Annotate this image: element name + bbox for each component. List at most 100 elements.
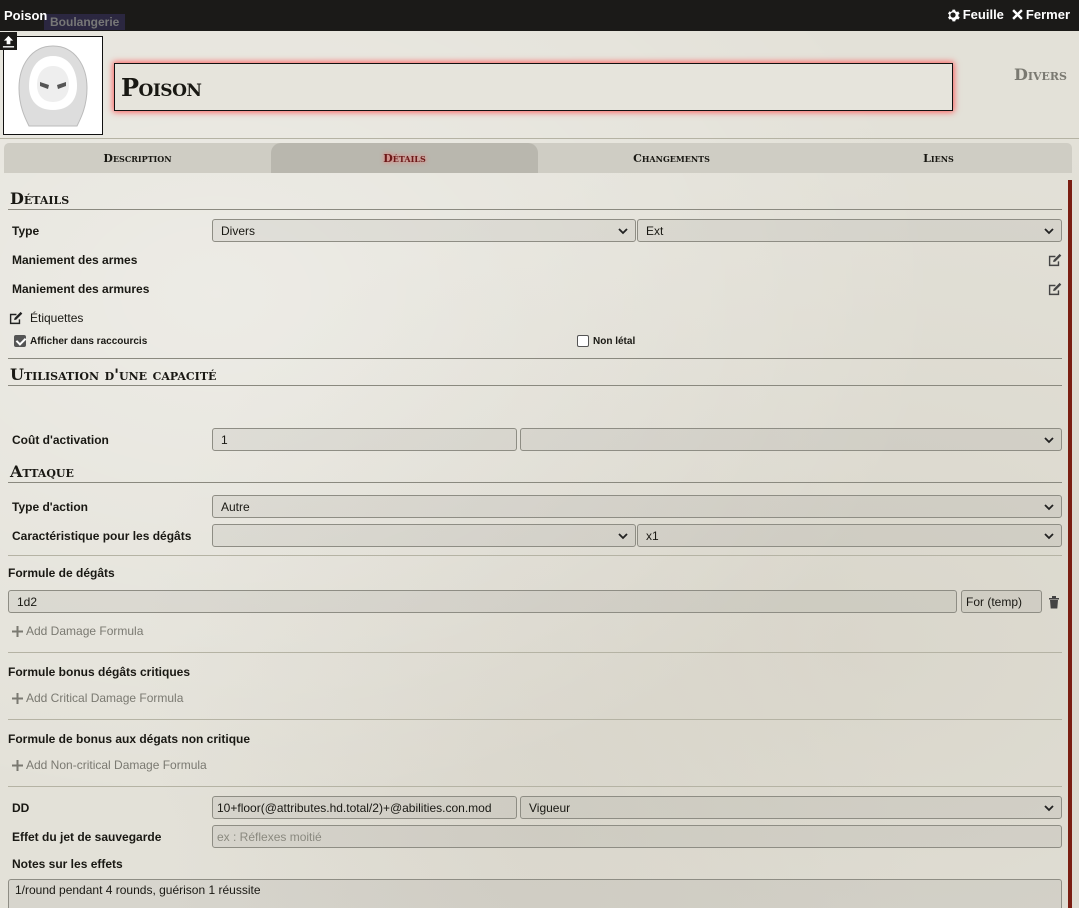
add-noncrit-row: Add Non-critical Damage Formula	[8, 754, 1062, 776]
trash-icon[interactable]	[1048, 595, 1060, 609]
action-type-row: Type d'action Autre	[8, 495, 1062, 519]
dc-row: DD 10+floor(@attributes.hd.total/2)+@abi…	[8, 796, 1062, 820]
item-name-input[interactable]: Poison	[114, 63, 953, 111]
tab-links[interactable]: Liens	[805, 143, 1072, 173]
upload-icon[interactable]	[0, 32, 17, 50]
chevron-down-icon	[1044, 533, 1054, 540]
header-divider	[0, 138, 1079, 139]
window-titlebar[interactable]: Boulangerie Poison Feuille Fermer	[0, 0, 1079, 31]
divider	[8, 786, 1062, 787]
subtype-select-value: Ext	[646, 223, 664, 238]
effect-notes-label: Notes sur les effets	[12, 857, 123, 871]
plus-icon	[12, 692, 23, 704]
flags-row: Afficher dans raccourcis Non létal	[8, 331, 1062, 351]
chevron-down-icon	[1044, 805, 1054, 812]
action-type-select[interactable]: Autre	[212, 495, 1062, 518]
action-type-label: Type d'action	[12, 500, 88, 514]
tab-details[interactable]: Détails	[271, 143, 538, 173]
divider	[8, 555, 1062, 556]
damage-formula-input[interactable]: 1d2	[8, 590, 957, 613]
damage-formula-header: Formule de dégâts	[8, 564, 1062, 582]
crit-formula-header: Formule bonus dégâts critiques	[8, 663, 1062, 681]
show-in-quickbar-label: Afficher dans raccourcis	[30, 335, 148, 347]
damage-formula-label: Formule de dégâts	[8, 566, 115, 580]
dc-formula-value: 10+floor(@attributes.hd.total/2)+@abilit…	[217, 800, 492, 815]
effect-notes-value: 1/round pendant 4 rounds, guérison 1 réu…	[15, 883, 261, 897]
close-icon	[1012, 9, 1023, 20]
close-button[interactable]: Fermer	[1012, 7, 1070, 22]
edit-icon[interactable]	[1047, 282, 1062, 296]
tab-description[interactable]: Description	[4, 143, 271, 173]
activation-cost-input[interactable]: 1	[212, 428, 517, 451]
subtype-select[interactable]: Ext	[637, 219, 1062, 242]
add-crit-formula-label: Add Critical Damage Formula	[26, 691, 184, 705]
close-label: Fermer	[1025, 7, 1070, 22]
window-title: Poison	[4, 8, 48, 23]
add-damage-row: Add Damage Formula	[8, 620, 1062, 642]
chevron-down-icon	[1044, 437, 1054, 444]
weapon-prof-row: Maniement des armes	[8, 248, 1062, 272]
item-name-text: Poison	[121, 72, 202, 102]
details-content: Détails Type Divers Ext Maniement des ar…	[8, 181, 1062, 908]
divider	[8, 719, 1062, 720]
type-select[interactable]: Divers	[212, 219, 636, 242]
nonlethal-label: Non létal	[593, 335, 636, 347]
activation-cost-label: Coût d'activation	[12, 433, 109, 447]
add-crit-row: Add Critical Damage Formula	[8, 687, 1062, 709]
damage-formula-value: 1d2	[17, 594, 38, 609]
attack-section-title: Attaque	[8, 455, 1062, 483]
chevron-down-icon	[1044, 504, 1054, 511]
sheet-button[interactable]: Feuille	[946, 7, 1004, 22]
sheet-label: Feuille	[962, 7, 1004, 22]
add-damage-formula-label: Add Damage Formula	[26, 624, 144, 638]
nonlethal-checkbox[interactable]	[577, 335, 589, 347]
effect-notes-textarea[interactable]: 1/round pendant 4 rounds, guérison 1 réu…	[8, 879, 1062, 908]
armor-prof-row: Maniement des armures	[8, 277, 1062, 301]
activation-cost-value: 1	[221, 432, 228, 447]
chevron-down-icon	[618, 533, 628, 540]
plus-icon	[12, 759, 23, 771]
weapon-prof-label: Maniement des armes	[12, 253, 138, 267]
type-label: Type	[12, 224, 40, 238]
add-noncrit-formula-button[interactable]: Add Non-critical Damage Formula	[8, 758, 207, 772]
noncrit-formula-label: Formule de bonus aux dégats non critique	[8, 732, 251, 746]
damage-ability-row: Caractéristique pour les dégâts x1	[8, 524, 1062, 548]
effect-notes-header: Notes sur les effets	[8, 854, 1062, 874]
add-noncrit-formula-label: Add Non-critical Damage Formula	[26, 758, 207, 772]
add-damage-formula-button[interactable]: Add Damage Formula	[8, 624, 143, 638]
item-image[interactable]	[3, 36, 103, 135]
save-effect-label: Effet du jet de sauvegarde	[12, 830, 162, 844]
tags-label: Étiquettes	[30, 311, 84, 325]
plus-icon	[12, 625, 23, 637]
tags-row[interactable]: Étiquettes	[8, 306, 1062, 330]
damage-multiplier-value: x1	[646, 528, 659, 543]
action-type-value: Autre	[221, 499, 250, 514]
damage-formula-row: 1d2 For (temp)	[8, 590, 1062, 614]
dc-formula-input[interactable]: 10+floor(@attributes.hd.total/2)+@abilit…	[212, 796, 517, 819]
save-effect-input[interactable]: ex : Réflexes moitié	[212, 825, 1062, 848]
type-select-value: Divers	[221, 223, 256, 238]
scrollbar[interactable]	[1068, 180, 1072, 908]
save-effect-row: Effet du jet de sauvegarde ex : Réflexes…	[8, 825, 1062, 849]
chevron-down-icon	[1044, 228, 1054, 235]
add-crit-formula-button[interactable]: Add Critical Damage Formula	[8, 691, 183, 705]
chevron-down-icon	[618, 228, 628, 235]
damage-ability-select[interactable]	[212, 524, 636, 547]
item-sheet: Poison Divers Description Détails Change…	[0, 31, 1079, 908]
damage-ability-label: Caractéristique pour les dégâts	[12, 529, 192, 543]
details-section-title: Détails	[8, 181, 1062, 210]
save-effect-placeholder: ex : Réflexes moitié	[217, 829, 322, 844]
hooded-figure-icon	[18, 44, 88, 126]
edit-icon[interactable]	[1047, 253, 1062, 267]
tab-changes[interactable]: Changements	[538, 143, 805, 173]
activation-cost-row: Coût d'activation 1	[8, 428, 1062, 452]
damage-multiplier-select[interactable]: x1	[637, 524, 1062, 547]
edit-icon[interactable]	[8, 311, 23, 325]
save-type-select[interactable]: Vigueur	[520, 796, 1062, 819]
dc-label: DD	[12, 801, 30, 815]
divider	[8, 652, 1062, 653]
show-in-quickbar-checkbox[interactable]	[14, 335, 26, 347]
activation-type-select[interactable]	[520, 428, 1062, 451]
damage-type-value: For (temp)	[966, 594, 1023, 609]
damage-type-input[interactable]: For (temp)	[961, 590, 1042, 613]
